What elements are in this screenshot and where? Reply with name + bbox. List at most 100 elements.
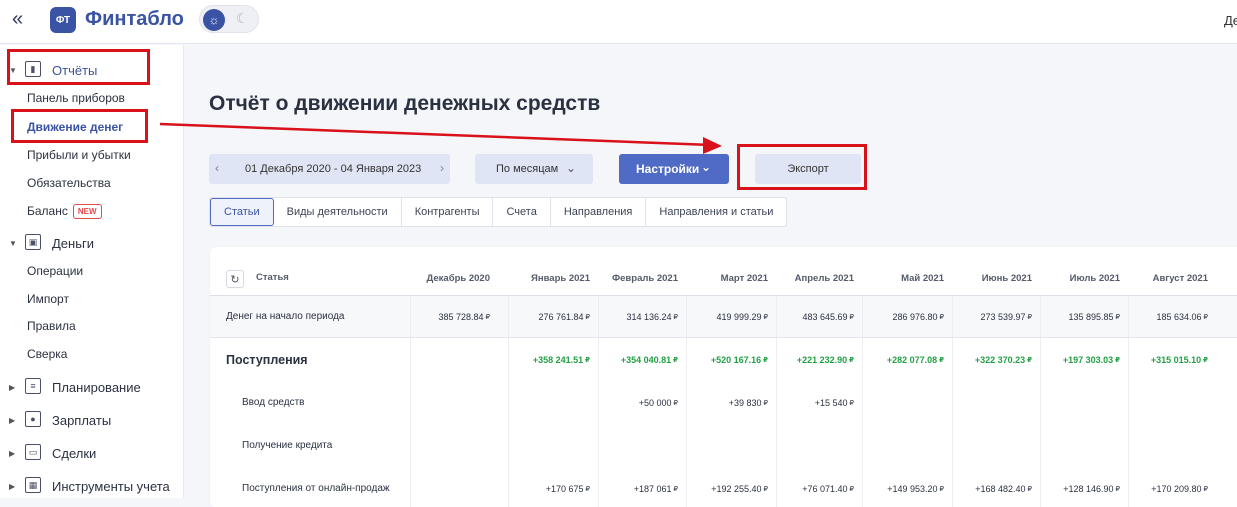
- cell-value: +187 061: [633, 483, 672, 494]
- chevron-left-icon[interactable]: ‹: [215, 161, 219, 175]
- currency-sign: ₽: [673, 485, 678, 493]
- sidebar-item-dashboard[interactable]: Панель приборов: [27, 91, 125, 105]
- moon-icon: ☾: [236, 10, 249, 26]
- currency-sign: ₽: [585, 313, 590, 321]
- chevron-down-icon: ⌄: [566, 161, 577, 175]
- table-row[interactable]: Получение кредита: [210, 424, 1237, 467]
- tab-activity-types[interactable]: Виды деятельности: [274, 198, 402, 226]
- column-header: Август 2021: [1152, 272, 1208, 284]
- cell-value: +358 241.51: [532, 354, 584, 365]
- export-button[interactable]: Экспорт: [755, 154, 861, 184]
- column-header: Апрель 2021: [794, 272, 854, 284]
- sidebar-item-operations[interactable]: Операции: [27, 264, 83, 278]
- table-cell: [410, 381, 498, 424]
- cell-value: +76 071.40: [802, 483, 848, 494]
- highlight-reports: [7, 49, 150, 85]
- sidebar-item-reconciliation[interactable]: Сверка: [27, 347, 67, 361]
- cell-value: +170 209.80: [1151, 483, 1202, 494]
- table-cell: +15 540 ₽: [776, 381, 862, 424]
- cell-value: +282 077.08: [886, 354, 938, 365]
- person-icon: ●: [25, 411, 41, 427]
- cell-value: 419 999.29: [716, 311, 762, 322]
- briefcase-icon: ▭: [25, 444, 41, 460]
- table-row[interactable]: Поступления от онлайн-продаж +170 675 ₽ +1…: [210, 467, 1237, 507]
- tab-directions-articles[interactable]: Направления и статьи: [646, 198, 786, 226]
- top-bar: « ФТ Финтабло ☼ ☾ Де: [0, 0, 1237, 44]
- currency-sign: ₽: [485, 313, 490, 321]
- date-range-picker[interactable]: ‹ 01 Декабря 2020 - 04 Января 2023 ›: [209, 154, 450, 184]
- table-cell: [508, 381, 598, 424]
- table-cell: [862, 381, 952, 424]
- table-header: ↻ Статья Декабрь 2020 Январь 2021 Февраль …: [210, 261, 1237, 296]
- table-cell: +358 241.51 ₽: [508, 338, 598, 381]
- currency-sign: ₽: [673, 399, 678, 407]
- sidebar-item-profit-loss[interactable]: Прибыли и убытки: [27, 148, 131, 162]
- currency-sign: ₽: [673, 356, 678, 364]
- sidebar-item-liabilities[interactable]: Обязательства: [27, 176, 111, 190]
- currency-sign: ₽: [763, 399, 768, 407]
- sidebar-section-planning[interactable]: ▶ ≡ Планирование: [0, 374, 184, 400]
- table-cell: [410, 424, 498, 467]
- table-row[interactable]: Поступления +358 241.51 ₽ +354 040.81 ₽ +520…: [210, 338, 1237, 381]
- sidebar-section-deals[interactable]: ▶ ▭ Сделки: [0, 440, 184, 466]
- sidebar-section-money[interactable]: ▼ ▣ Деньги: [0, 230, 184, 256]
- table-cell: +128 146.90 ₽: [1040, 467, 1128, 507]
- cell-value: +170 675: [545, 483, 584, 494]
- cell-value: 185 634.06: [1156, 311, 1202, 322]
- currency-sign: ₽: [939, 356, 944, 364]
- table-cell: +170 675 ₽: [508, 467, 598, 507]
- cell-value: 483 645.69: [802, 311, 848, 322]
- table-cell: 483 645.69 ₽: [776, 296, 862, 337]
- chevron-down-icon: ▼: [9, 238, 17, 248]
- column-header: Декабрь 2020: [426, 272, 491, 284]
- column-header: Июль 2021: [1069, 272, 1120, 284]
- tab-directions[interactable]: Направления: [551, 198, 647, 226]
- sidebar-item-import[interactable]: Импорт: [27, 292, 69, 306]
- sidebar-item-rules[interactable]: Правила: [27, 319, 76, 333]
- sidebar-item-balance[interactable]: Баланс NEW: [27, 204, 102, 220]
- table-row[interactable]: Ввод средств +50 000 ₽ +39 830 ₽ +15 540 ₽: [210, 381, 1237, 424]
- brand-name: Финтабло: [85, 8, 184, 30]
- table-cell: [508, 424, 598, 467]
- cashflow-table: ↻ Статья Декабрь 2020 Январь 2021 Февраль …: [210, 247, 1237, 507]
- page-title: Отчёт о движении денежных средств: [209, 92, 601, 115]
- tab-articles[interactable]: Статьи: [210, 198, 274, 226]
- currency-sign: ₽: [1027, 313, 1032, 321]
- theme-toggle[interactable]: ☼ ☾: [199, 5, 259, 33]
- table-cell: +149 953.20 ₽: [862, 467, 952, 507]
- row-name: Поступления: [226, 352, 308, 367]
- refresh-icon[interactable]: ↻: [226, 270, 244, 288]
- new-badge: NEW: [72, 204, 102, 220]
- table-cell: +187 061 ₽: [598, 467, 686, 507]
- cell-value: +149 953.20: [887, 483, 938, 494]
- settings-button[interactable]: Настройки ⌄: [619, 154, 729, 184]
- sidebar-item-label: Баланс: [27, 204, 68, 218]
- wallet-icon: ▣: [25, 234, 41, 250]
- column-header: Май 2021: [901, 272, 944, 284]
- user-menu[interactable]: Де: [1224, 13, 1237, 28]
- sidebar-section-tools[interactable]: ▶ ▦ Инструменты учета: [0, 473, 184, 499]
- currency-sign: ₽: [585, 356, 590, 364]
- cell-value: 314 136.24: [626, 311, 672, 322]
- currency-sign: ₽: [673, 313, 678, 321]
- currency-sign: ₽: [849, 485, 854, 493]
- period-select[interactable]: По месяцам ⌄: [475, 154, 593, 184]
- chevron-right-icon[interactable]: ›: [440, 161, 444, 175]
- cell-value: 273 539.97: [980, 311, 1026, 322]
- currency-sign: ₽: [763, 485, 768, 493]
- table-cell: +315 015.10 ₽: [1128, 338, 1216, 381]
- row-name: Поступления от онлайн-продаж: [242, 483, 390, 494]
- tab-accounts[interactable]: Счета: [493, 198, 551, 226]
- column-header: Март 2021: [720, 272, 768, 284]
- row-name: Денег на начало периода: [226, 311, 345, 322]
- chevron-right-icon: ▶: [9, 448, 16, 458]
- chevron-down-icon: ⌄: [701, 160, 712, 174]
- collapse-sidebar-icon[interactable]: «: [12, 8, 23, 30]
- sidebar-section-salaries[interactable]: ▶ ● Зарплаты: [0, 407, 184, 433]
- tabs: Статьи Виды деятельности Контрагенты Сче…: [209, 197, 788, 227]
- table-row[interactable]: Денег на начало периода 385 728.84 ₽276 7…: [210, 296, 1237, 338]
- cell-value: +39 830: [728, 397, 762, 408]
- table-cell: [952, 381, 1040, 424]
- column-header: Январь 2021: [531, 272, 590, 284]
- tab-counterparties[interactable]: Контрагенты: [402, 198, 494, 226]
